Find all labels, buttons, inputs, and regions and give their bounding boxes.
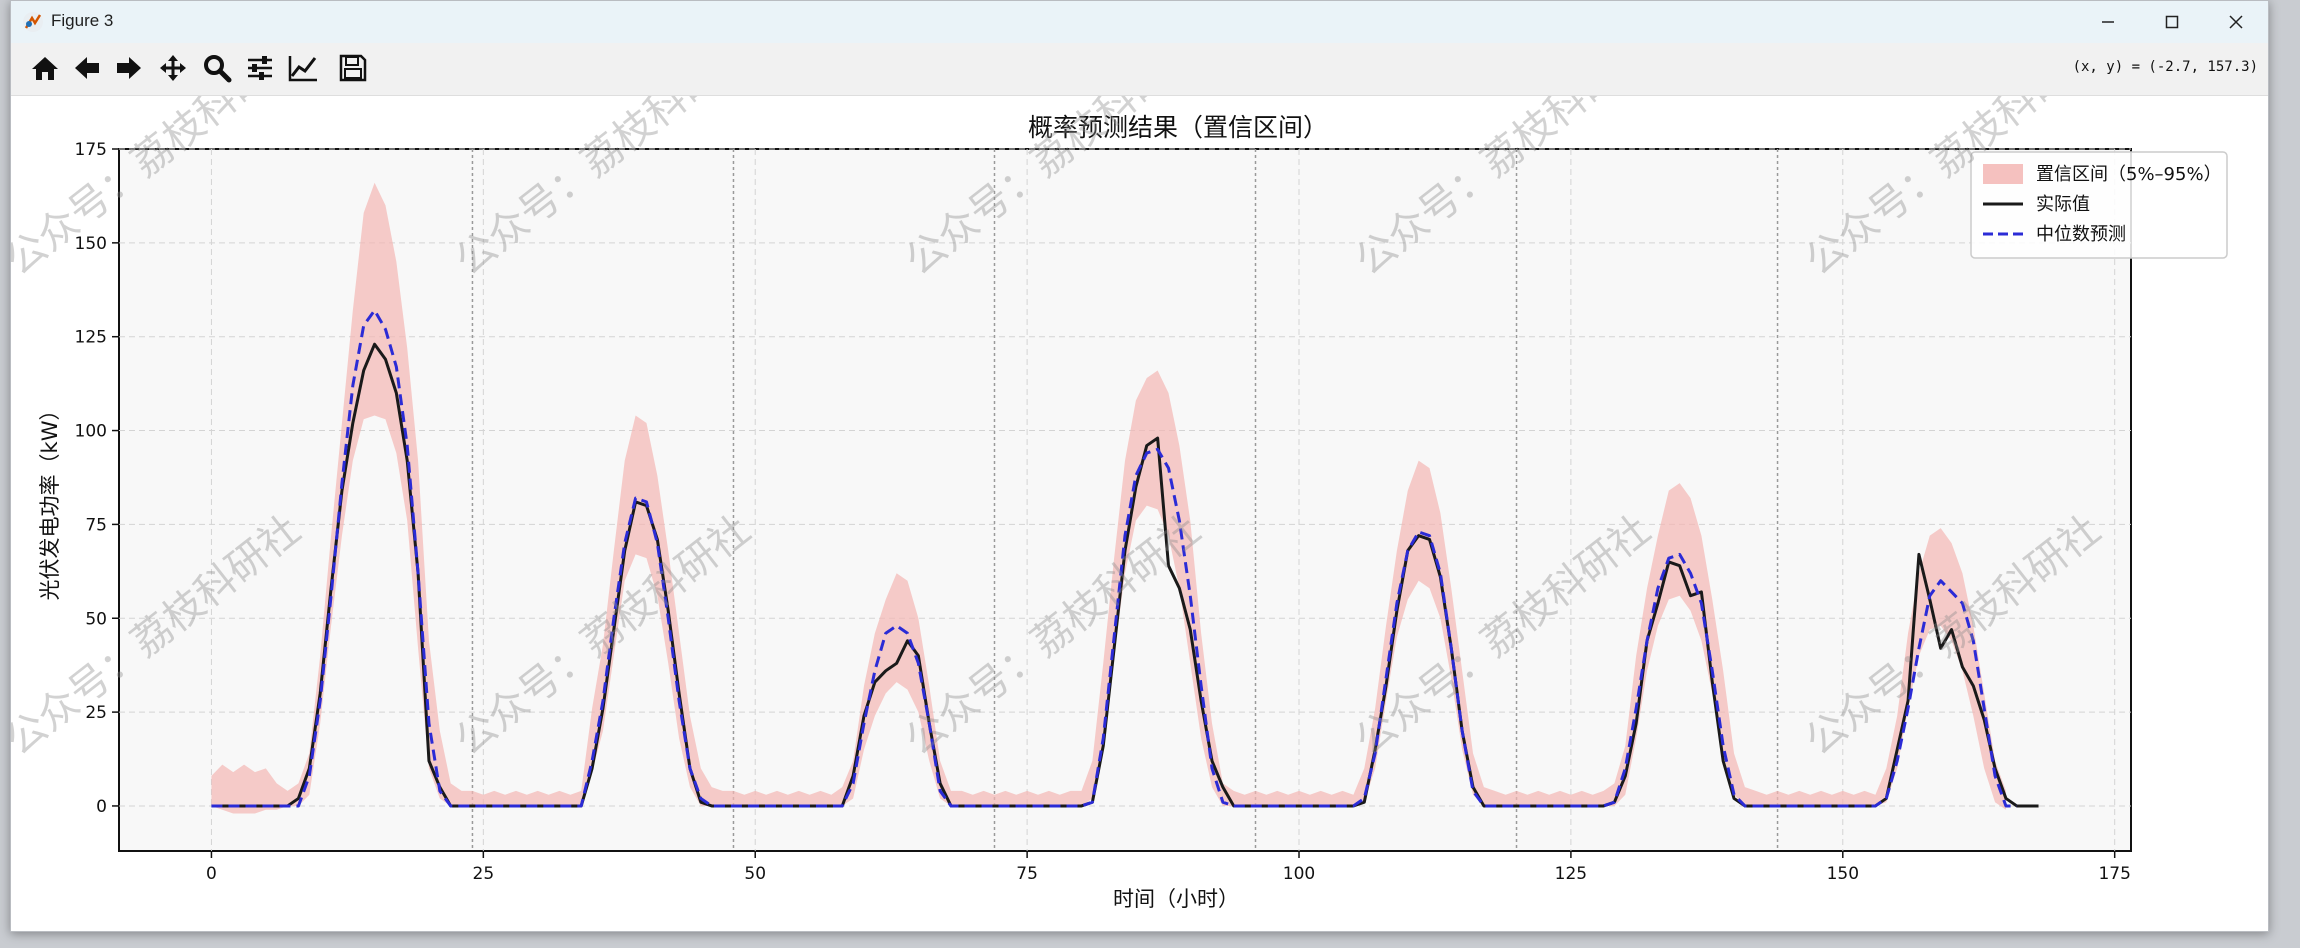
y-tick-label: 175: [75, 140, 107, 160]
close-button[interactable]: [2204, 1, 2268, 43]
x-tick-label: 50: [744, 864, 766, 884]
arrow-left-icon: [75, 57, 99, 79]
x-tick-label: 75: [1016, 864, 1038, 884]
back-button[interactable]: [67, 48, 107, 88]
chart[interactable]: 概率预测结果（置信区间） 0 25 50 75 100 125 150 17502550751…: [0, 27, 2268, 931]
legend-label-actual: 实际值: [2036, 194, 2090, 215]
title-bar: Figure 3: [11, 1, 2268, 43]
magnifier-icon: [204, 55, 232, 83]
window-title: Figure 3: [51, 11, 114, 30]
y-tick-label: 0: [96, 797, 107, 817]
zoom-button[interactable]: [197, 48, 237, 88]
matplotlib-app-icon: [23, 12, 43, 32]
close-icon: [2229, 15, 2243, 29]
sliders-icon: [248, 56, 272, 80]
minimize-button[interactable]: [2076, 1, 2140, 43]
y-tick-label: 100: [75, 422, 107, 442]
x-tick-label: 125: [1555, 864, 1587, 884]
arrow-right-icon: [117, 57, 141, 79]
line-chart-icon: [288, 56, 317, 82]
legend-band-swatch: [1983, 164, 2023, 184]
edit-axis-button[interactable]: [283, 48, 323, 88]
floppy-disk-icon: [339, 54, 367, 82]
configure-subplots-button[interactable]: [240, 48, 280, 88]
minimize-icon: [2102, 21, 2114, 23]
move-icon: [160, 55, 186, 81]
home-icon: [32, 57, 58, 80]
navigation-toolbar: (x, y) = (-2.7, 157.3): [11, 43, 2268, 96]
figure-canvas: 概率预测结果（置信区间） 0 25 50 75 100 125 150 175 0 25 50 75 1…: [0, 27, 2268, 931]
x-tick-label: 0: [206, 864, 217, 884]
home-button[interactable]: [25, 48, 65, 88]
save-button[interactable]: [333, 48, 373, 88]
maximize-button[interactable]: [2140, 1, 2204, 43]
y-tick-label: 125: [75, 328, 107, 348]
y-axis-label: 光伏发电功率（kW）: [38, 400, 62, 601]
forward-button[interactable]: [109, 48, 149, 88]
legend-label-median: 中位数预测: [2036, 224, 2126, 245]
x-tick-label: 175: [2098, 864, 2130, 884]
x-axis-label: 时间（小时）: [1113, 887, 1239, 911]
x-tick-label: 150: [1827, 864, 1859, 884]
y-tick-label: 50: [85, 609, 107, 629]
cursor-coordinates: (x, y) = (-2.7, 157.3): [2072, 59, 2258, 75]
figure-window: Figure 3 (x, y) = (-2.7, 157.3) 概率预测结果（置…: [0, 0, 2269, 932]
y-tick-label: 75: [85, 515, 107, 535]
maximize-icon: [2165, 15, 2179, 29]
pan-button[interactable]: [153, 48, 193, 88]
legend: 置信区间（5%–95%） 实际值 中位数预测: [1970, 151, 2228, 259]
x-tick-label: 25: [473, 864, 495, 884]
legend-label-band: 置信区间（5%–95%）: [2036, 164, 2222, 185]
x-tick-label: 100: [1283, 864, 1315, 884]
